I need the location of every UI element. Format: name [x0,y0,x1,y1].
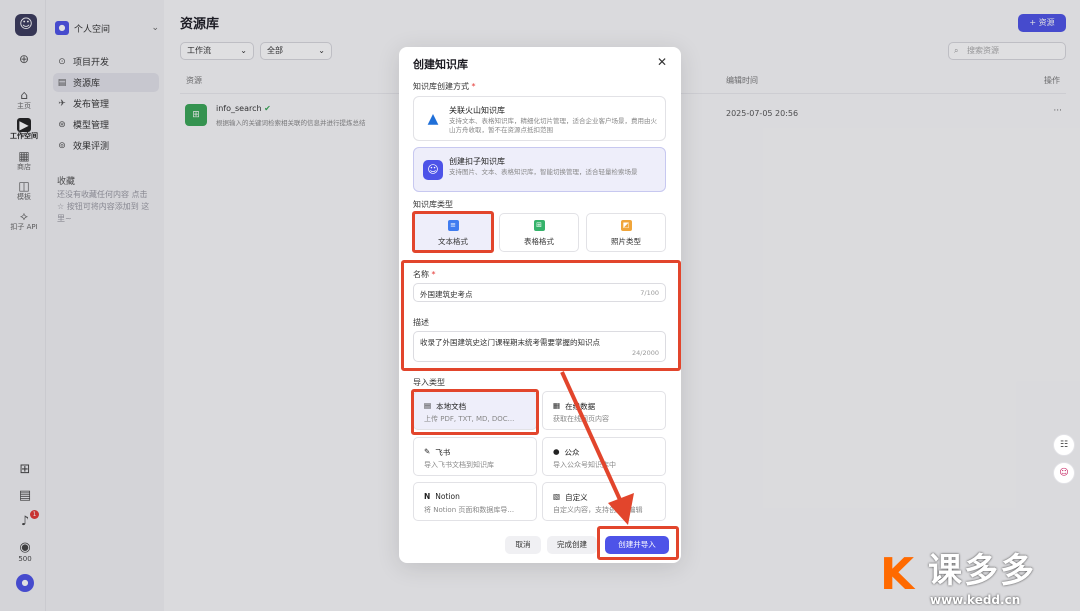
type-text-card[interactable]: ≡ 文本格式 [413,213,493,252]
table-format-icon: ⊞ [533,220,545,231]
close-icon[interactable]: ✕ [657,55,667,69]
watermark-logo: K 课多多 www.kedd.cn [880,549,1036,607]
cancel-button[interactable]: 取消 [505,536,541,554]
import-feishu[interactable]: ✎ 飞书 导入飞书文档到知识库 [413,437,537,476]
name-char-count: 7/100 [640,289,659,297]
create-knowledge-dialog: 创建知识库 ✕ 知识库创建方式 * ▲ 关联火山知识库 支持文本、表格知识库，精… [399,47,681,563]
text-format-icon: ≡ [447,220,459,231]
finish-create-button[interactable]: 完成创建 [547,536,597,554]
name-label: 名称 * [413,270,436,279]
feedback-float-button[interactable]: ☷ [1053,434,1075,456]
method-option-volcano[interactable]: ▲ 关联火山知识库 支持文本、表格知识库，精细化切片管理，适合企业客户场景，费用… [413,96,666,141]
method-label: 知识库创建方式 * [413,82,476,91]
online-data-icon: ▦ [553,401,561,410]
custom-icon: ▧ [553,492,561,501]
import-local-doc[interactable]: ▤ 本地文档 上传 PDF, TXT, MD, DOC... [413,391,537,430]
assistant-float-button[interactable]: ☺ [1053,462,1075,484]
import-custom[interactable]: ▧ 自定义 自定义内容，支持创建&编辑 [542,482,666,521]
dialog-title: 创建知识库 [413,58,468,71]
import-label: 导入类型 [413,378,445,387]
coze-logo-icon: ☺ [423,160,443,180]
description-char-count: 24/2000 [631,349,659,357]
volcano-logo-icon: ▲ [427,111,439,127]
wechat-icon: ● [553,447,560,456]
local-document-icon: ▤ [424,401,432,410]
type-table-card[interactable]: ⊞ 表格格式 [499,213,579,252]
import-online-data[interactable]: ▦ 在线数据 获取在线网页内容 [542,391,666,430]
name-input[interactable]: 外国建筑史考点 7/100 [413,283,666,302]
description-label: 描述 [413,318,429,327]
feishu-icon: ✎ [424,447,431,456]
import-notion[interactable]: N Notion 将 Notion 页面和数据库导... [413,482,537,521]
create-and-import-button[interactable]: 创建并导入 [605,536,669,554]
type-photo-card[interactable]: ◩ 照片类型 [586,213,666,252]
import-wechat-official[interactable]: ● 公众 导入公众号知识库中 [542,437,666,476]
type-label: 知识库类型 [413,200,453,209]
photo-format-icon: ◩ [620,220,632,231]
description-textarea[interactable]: 收录了外国建筑史这门课程期末统考需要掌握的知识点 24/2000 [413,331,666,362]
notion-icon: N [424,492,431,501]
method-option-coze[interactable]: ☺ 创建扣子知识库 支持图片、文本、表格知识库，智能切换管理，适合轻量检索场景 [413,147,666,192]
